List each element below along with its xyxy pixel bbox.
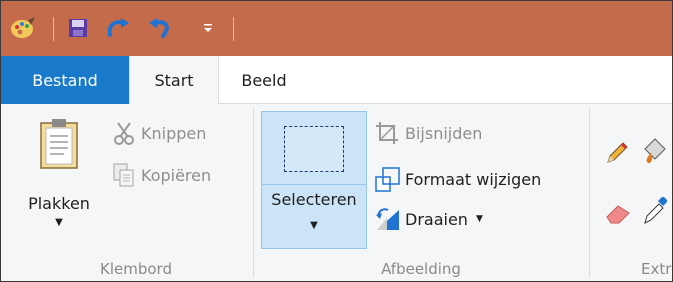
crop-button[interactable]: Bijsnijden — [375, 118, 482, 148]
eraser-icon — [605, 202, 631, 224]
rotate-button[interactable]: Draaien ▼ — [375, 204, 483, 234]
ribbon-tabs: Bestand Start Beeld — [1, 56, 672, 105]
pencil-icon — [605, 141, 629, 165]
color-picker-icon — [643, 197, 667, 225]
save-icon[interactable] — [65, 13, 91, 43]
fill-tool-button[interactable] — [641, 136, 667, 166]
group-separator — [589, 108, 590, 278]
cut-label: Knippen — [141, 123, 207, 143]
select-split-divider — [262, 184, 366, 185]
resize-icon — [375, 166, 401, 192]
redo-icon[interactable] — [101, 13, 135, 43]
toolbar-separator — [53, 17, 54, 41]
rotate-label: Draaien — [405, 209, 468, 229]
tab-file[interactable]: Bestand — [1, 56, 129, 104]
resize-button[interactable]: Formaat wijzigen — [375, 164, 541, 194]
select-dropdown-arrow-icon[interactable]: ▼ — [262, 220, 366, 231]
paste-button[interactable]: Plakken ▼ — [25, 118, 93, 238]
tools-group-label: Extr — [641, 260, 672, 278]
group-separator — [253, 108, 254, 278]
scissors-icon — [113, 121, 135, 145]
crop-icon — [375, 121, 399, 145]
tab-view[interactable]: Beeld — [219, 56, 309, 104]
undo-icon[interactable] — [143, 13, 177, 43]
copy-button[interactable]: Kopiëren — [113, 160, 211, 190]
fill-bucket-icon — [641, 137, 667, 165]
select-label: Selecteren — [271, 190, 357, 209]
cut-button[interactable]: Knippen — [113, 118, 206, 148]
select-button[interactable]: Selecteren ▼ — [261, 111, 367, 249]
copy-label: Kopiëren — [141, 165, 212, 185]
eraser-tool-button[interactable] — [605, 198, 631, 228]
selection-icon — [284, 126, 344, 172]
paint-window: Bestand Start Beeld Plakken ▼ Knippen Ko… — [0, 0, 673, 282]
clipboard-group-label: Klembord — [100, 260, 172, 278]
image-group-label: Afbeelding — [381, 260, 461, 278]
customize-dropdown-icon[interactable] — [197, 13, 219, 43]
rotate-icon — [375, 206, 401, 232]
title-bar — [1, 1, 672, 56]
ribbon-body: Plakken ▼ Knippen Kopiëren Klembord Sele… — [1, 104, 672, 281]
crop-label: Bijsnijden — [405, 123, 483, 143]
toolbar-separator — [233, 17, 234, 41]
rotate-dropdown-arrow-icon: ▼ — [475, 214, 483, 224]
clipboard-icon — [39, 118, 79, 170]
color-picker-tool-button[interactable] — [643, 196, 667, 226]
paint-app-icon[interactable] — [9, 13, 37, 43]
tab-home[interactable]: Start — [129, 56, 219, 105]
pencil-tool-button[interactable] — [605, 138, 629, 168]
resize-label: Formaat wijzigen — [405, 169, 542, 189]
paste-label: Plakken — [28, 194, 90, 213]
copy-icon — [113, 163, 135, 187]
paste-dropdown-arrow-icon: ▼ — [55, 217, 63, 228]
